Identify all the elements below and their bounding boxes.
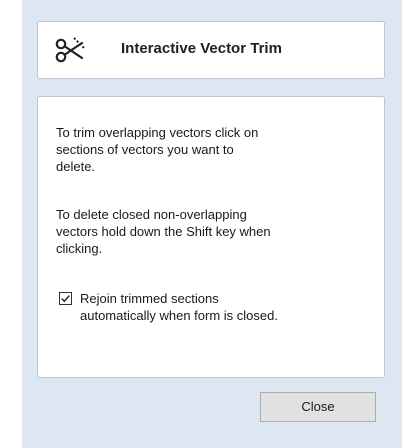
checkmark-icon	[61, 295, 70, 303]
rejoin-checkbox-label[interactable]: Rejoin trimmed sections automatically wh…	[80, 290, 290, 324]
page-title: Interactive Vector Trim	[121, 40, 282, 57]
instruction-trim-text: To trim overlapping vectors click on sec…	[56, 125, 259, 174]
instructions-card: To trim overlapping vectors click on sec…	[37, 96, 385, 378]
instruction-delete-closed-text: To delete closed non-overlapping vectors…	[56, 207, 271, 256]
close-button[interactable]: Close	[260, 392, 376, 422]
scissors-icon	[54, 36, 86, 66]
rejoin-checkbox-row[interactable]: Rejoin trimmed sections automatically wh…	[59, 290, 359, 350]
header-card: Interactive Vector Trim	[37, 21, 385, 79]
rejoin-checkbox[interactable]	[59, 292, 72, 305]
